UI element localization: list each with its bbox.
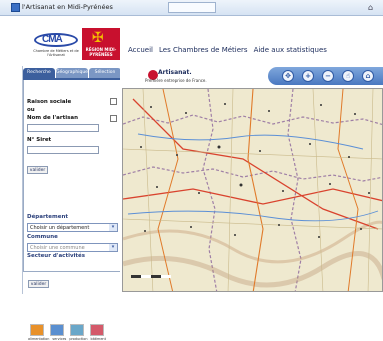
- departement-select[interactable]: Choisir un département ▾: [27, 223, 118, 232]
- cma-logo-text: CMA: [42, 34, 63, 45]
- main-nav: Accueil Les Chambres de Métiers Aide aux…: [128, 46, 327, 54]
- cma-logo[interactable]: CMA Chambre de Métiers et de l'Artisanat: [30, 29, 80, 59]
- search-tabs: Recherche Géographique Sélection: [23, 68, 121, 78]
- window-title: l'Artisanat en Midi-Pyrénées: [22, 3, 113, 11]
- siret-label: N° Siret: [27, 137, 52, 143]
- zoom-out-icon[interactable]: −: [322, 70, 334, 82]
- artisanat-tagline: Première entreprise de France.: [145, 78, 207, 83]
- batiment-icon[interactable]: [90, 324, 104, 336]
- browser-tab-bar: l'Artisanat en Midi-Pyrénées ⌂: [0, 0, 383, 16]
- pan-icon[interactable]: ✥: [282, 70, 294, 82]
- valider-button[interactable]: valider: [27, 166, 48, 174]
- map-banner: Artisanat. Première entreprise de France…: [120, 66, 383, 86]
- nom-artisan-input[interactable]: [27, 124, 99, 132]
- tab-geographique[interactable]: Géographique: [56, 68, 88, 78]
- secteur-batiment-label: bâtiment: [90, 337, 106, 341]
- occitan-cross-icon: ✠: [92, 30, 104, 46]
- secteur-label: Secteur d'activités: [27, 253, 86, 259]
- departement-value: Choisir un département: [30, 225, 90, 231]
- raison-sociale-label: Raison sociale: [27, 99, 72, 105]
- secteur-services-label: services: [52, 337, 67, 341]
- hand-icon[interactable]: ☝: [342, 70, 354, 82]
- new-tab-area[interactable]: [168, 2, 216, 13]
- nom-artisan-label: Nom de l'artisan: [27, 115, 79, 121]
- map-svg: [123, 89, 382, 291]
- secteur-icons: [30, 324, 104, 336]
- production-icon[interactable]: [70, 324, 84, 336]
- secteur-alimentation-label: alimentation: [28, 337, 50, 341]
- departement-label: Département: [27, 214, 69, 220]
- nav-accueil[interactable]: Accueil: [128, 46, 153, 54]
- chevron-down-icon: ▾: [109, 244, 117, 251]
- home-map-icon[interactable]: ⌂: [362, 70, 374, 82]
- valider-secteur-button[interactable]: valider: [28, 280, 49, 288]
- siret-input[interactable]: [27, 146, 99, 154]
- cma-logo-subtitle: Chambre de Métiers et de l'Artisanat: [33, 49, 79, 57]
- secteur-icon-labels: alimentation services production bâtimen…: [28, 337, 106, 341]
- nav-aide-statistiques[interactable]: Aide aux statistiques: [254, 46, 327, 54]
- map-panel: Artisanat. Première entreprise de France…: [120, 66, 383, 294]
- region-logo-label: RÉGION MIDI-PYRÉNÉES: [85, 47, 117, 57]
- site-favicon-icon: [11, 3, 20, 12]
- tab-recherche[interactable]: Recherche: [23, 68, 55, 78]
- nav-chambres-metiers[interactable]: Les Chambres de Métiers: [159, 46, 248, 54]
- secteur-production-label: production: [69, 337, 88, 341]
- search-form: Raison sociale ou Nom de l'artisan N° Si…: [23, 80, 121, 272]
- search-sidebar: Recherche Géographique Sélection Raison …: [22, 66, 121, 341]
- commune-value: Choisir une commune: [30, 245, 85, 251]
- chevron-down-icon: ▾: [109, 224, 117, 231]
- commune-label: Commune: [27, 234, 58, 240]
- raison-sociale-checkbox[interactable]: [110, 98, 117, 105]
- services-icon[interactable]: [50, 324, 64, 336]
- nom-artisan-checkbox[interactable]: [110, 115, 117, 122]
- tab-selection[interactable]: Sélection: [89, 68, 121, 78]
- zoom-in-icon[interactable]: +: [302, 70, 314, 82]
- home-icon[interactable]: ⌂: [368, 3, 373, 12]
- site-header: CMA Chambre de Métiers et de l'Artisanat…: [0, 16, 383, 66]
- alimentation-icon[interactable]: [30, 324, 44, 336]
- artisanat-brand: Artisanat.: [158, 69, 192, 76]
- region-map[interactable]: [122, 88, 383, 292]
- region-logo[interactable]: ✠ RÉGION MIDI-PYRÉNÉES: [82, 28, 120, 60]
- commune-select[interactable]: Choisir une commune ▾: [27, 243, 118, 252]
- ou-label: ou: [27, 107, 35, 113]
